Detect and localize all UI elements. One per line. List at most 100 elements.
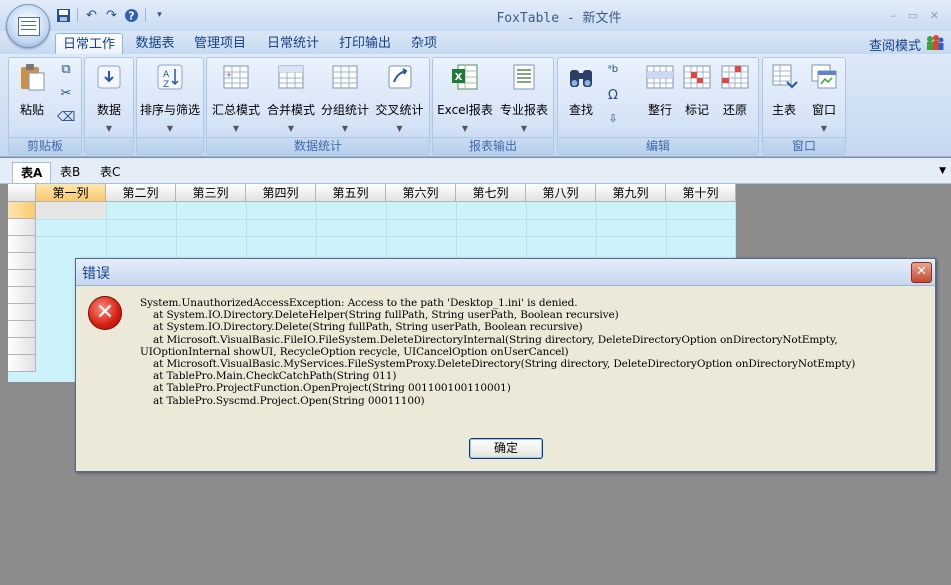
sort-filter-button[interactable]: AZ 排序与筛选 ▼	[137, 62, 203, 133]
chevron-down-icon: ▼	[461, 124, 469, 133]
replace-icon[interactable]: ᵃb	[604, 64, 622, 82]
main-table-icon	[772, 64, 798, 89]
chevron-down-icon: ▼	[341, 124, 349, 133]
app-menu-button[interactable]	[6, 4, 50, 48]
row-header[interactable]	[8, 236, 36, 253]
ribbon-tabs: 日常工作 数据表 管理项目 日常统计 打印输出 杂项 查阅模式	[0, 31, 951, 55]
sheet-tab-c[interactable]: 表C	[92, 162, 128, 182]
window-icon	[811, 64, 837, 89]
ok-button[interactable]: 确定	[469, 438, 543, 459]
svg-text:A: A	[163, 70, 170, 80]
cut-icon[interactable]: ✂	[57, 86, 75, 104]
excel-icon: X	[452, 64, 478, 90]
excel-report-button[interactable]: X Excel报表 ▼	[435, 62, 495, 133]
mark-grid-icon	[683, 65, 711, 89]
restore-button[interactable]: 还原	[716, 62, 754, 118]
tab-misc[interactable]: 杂项	[405, 33, 443, 54]
group-stats-button[interactable]: 分组统计 ▼	[318, 62, 372, 133]
goto-icon[interactable]: ⇩	[604, 112, 622, 130]
chevron-down-icon: ▼	[105, 124, 113, 133]
summary-table-icon: +	[223, 65, 249, 89]
column-header[interactable]: 第九列	[596, 184, 666, 202]
column-header[interactable]: 第三列	[176, 184, 246, 202]
sort-icon: AZ	[157, 64, 183, 90]
paste-button[interactable]: 粘贴	[13, 62, 51, 118]
sheet-tab-a[interactable]: 表A	[12, 162, 52, 183]
tab-daily-stats[interactable]: 日常统计	[262, 33, 324, 54]
active-cell[interactable]	[36, 202, 106, 219]
chevron-down-icon: ▼	[520, 124, 528, 133]
maximize-button[interactable]: ▭	[908, 9, 918, 22]
error-message: System.UnauthorizedAccessException: Acce…	[140, 297, 856, 407]
users-icon[interactable]	[925, 34, 945, 51]
column-header[interactable]: 第十列	[666, 184, 736, 202]
window-button[interactable]: 窗口 ▼	[805, 62, 843, 133]
minimize-button[interactable]: –	[891, 9, 897, 22]
tab-print-output[interactable]: 打印输出	[335, 33, 395, 54]
grid-line	[36, 219, 736, 220]
pro-report-button[interactable]: 专业报表 ▼	[495, 62, 553, 133]
tab-daily-work[interactable]: 日常工作	[55, 33, 123, 55]
error-icon: ✕	[88, 296, 122, 330]
column-header[interactable]: 第二列	[106, 184, 176, 202]
window-title: FoxTable - 新文件	[496, 11, 622, 26]
special-char-icon[interactable]: Ω	[604, 88, 622, 106]
tab-manage-project[interactable]: 管理项目	[190, 33, 250, 54]
column-header[interactable]: 第一列	[36, 184, 106, 202]
paste-icon	[21, 64, 45, 91]
left-margin	[0, 184, 8, 585]
sheet-tabs: 表A 表B 表C ▼	[0, 158, 951, 184]
column-header[interactable]: 第五列	[316, 184, 386, 202]
sheet-tab-b[interactable]: 表B	[52, 162, 88, 182]
svg-text:X: X	[455, 72, 463, 83]
group-label	[85, 137, 133, 154]
data-icon	[97, 65, 121, 89]
row-header[interactable]	[8, 202, 36, 219]
chevron-down-icon: ▼	[396, 124, 403, 133]
chevron-down-icon: ▼	[166, 124, 174, 133]
summary-mode-button[interactable]: + 汇总模式 ▼	[209, 62, 263, 133]
row-header[interactable]	[8, 321, 36, 338]
column-header[interactable]: 第七列	[456, 184, 526, 202]
find-button[interactable]: 查找	[560, 62, 602, 118]
row-header[interactable]	[8, 219, 36, 236]
ribbon-body: 粘贴 ⧉ ✂ ⌫ 剪贴板 数据 ▼ AZ 排序与筛选 ▼ + 汇总模式 ▼ 合并…	[0, 54, 951, 157]
row-header[interactable]	[8, 338, 36, 355]
group-label: 报表输出	[433, 137, 553, 154]
column-header[interactable]: 第八列	[526, 184, 596, 202]
tab-datatable[interactable]: 数据表	[130, 33, 180, 54]
format-painter-icon[interactable]: ⌫	[57, 110, 75, 128]
svg-text:Z: Z	[163, 80, 169, 90]
row-header[interactable]	[8, 355, 36, 372]
error-dialog: 错误 ✕ ✕ System.UnauthorizedAccessExceptio…	[75, 258, 936, 472]
column-header[interactable]: 第六列	[386, 184, 456, 202]
row-header[interactable]	[8, 287, 36, 304]
group-label: 剪贴板	[9, 137, 81, 154]
group-stats: + 汇总模式 ▼ 合并模式 ▼ 分组统计 ▼ 交叉统计 ▼ 数据统计	[206, 57, 430, 155]
row-header[interactable]	[8, 304, 36, 321]
group-label: 编辑	[558, 137, 758, 154]
tab-list-dropdown-icon[interactable]: ▼	[939, 166, 946, 176]
column-header[interactable]: 第四列	[246, 184, 316, 202]
app-menu-icon	[18, 17, 40, 36]
merge-mode-button[interactable]: 合并模式 ▼	[264, 62, 318, 133]
view-mode-label[interactable]: 查阅模式	[869, 35, 921, 54]
grid-line	[36, 236, 736, 237]
copy-icon[interactable]: ⧉	[57, 62, 75, 80]
row-grid-icon	[646, 65, 674, 89]
row-header[interactable]	[8, 270, 36, 287]
data-button[interactable]: 数据 ▼	[90, 62, 128, 133]
cross-stats-button[interactable]: 交叉统计 ▼	[372, 62, 427, 133]
dialog-close-button[interactable]: ✕	[911, 262, 932, 283]
group-label: 窗口	[763, 137, 845, 154]
mark-button[interactable]: 标记	[679, 62, 715, 118]
group-edit: 查找 ᵃb Ω ⇩ 整行 标记 还原 编辑	[557, 57, 759, 155]
corner-header[interactable]	[8, 184, 36, 202]
row-header[interactable]	[8, 253, 36, 270]
chevron-down-icon: ▼	[820, 124, 828, 133]
close-window-button[interactable]: ✕	[930, 9, 939, 22]
main-table-button[interactable]: 主表	[765, 62, 803, 118]
svg-text:+: +	[226, 71, 232, 79]
group-data: 数据 ▼	[84, 57, 134, 155]
whole-row-button[interactable]: 整行	[642, 62, 678, 118]
